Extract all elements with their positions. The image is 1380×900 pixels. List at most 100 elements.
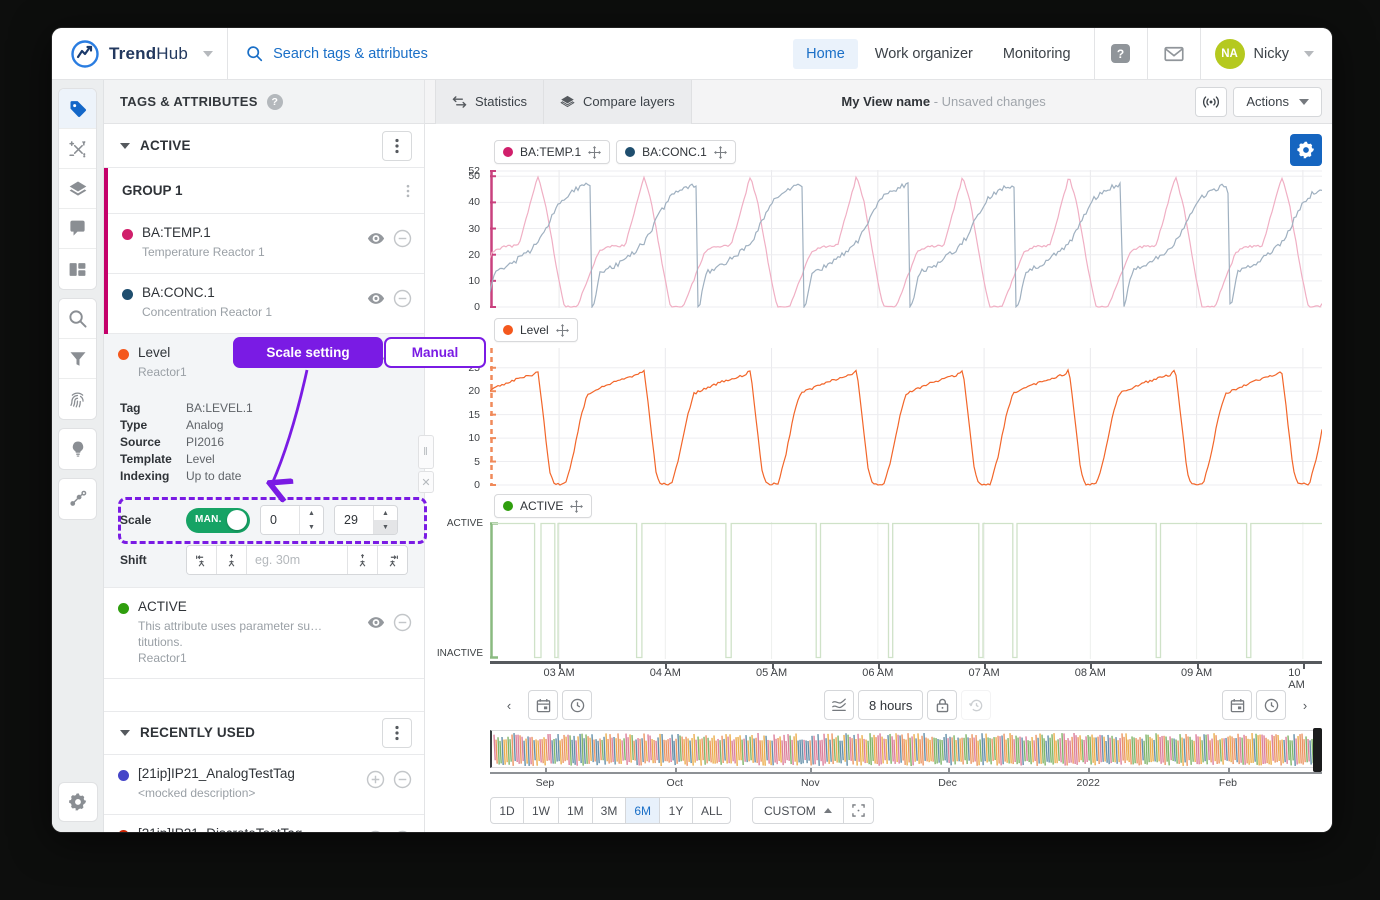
rail-formulas-button[interactable] xyxy=(59,129,96,169)
range-button-all[interactable]: ALL xyxy=(692,797,731,824)
rail-search-button[interactable] xyxy=(59,299,96,339)
chart-settings-button[interactable] xyxy=(1290,134,1322,166)
plot-analog-trend[interactable] xyxy=(490,170,1322,308)
toggle-label: MAN. xyxy=(195,514,222,525)
scale-min-input[interactable] xyxy=(261,506,299,534)
shift-right-button[interactable] xyxy=(347,546,377,574)
spin-down-icon[interactable]: ▼ xyxy=(374,520,397,534)
y-tick-label: 40 xyxy=(468,196,480,208)
rail-dashboard-button[interactable] xyxy=(59,249,96,289)
spin-up-icon[interactable]: ▲ xyxy=(300,506,323,520)
time-tick-label: 03 AM xyxy=(543,667,574,679)
scale-max-input[interactable] xyxy=(335,506,373,534)
rail-fingerprint-button[interactable] xyxy=(59,379,96,419)
legend-chip-0[interactable]: ACTIVE xyxy=(494,494,592,518)
manual-scale-toggle[interactable]: MAN. xyxy=(186,508,250,533)
search-input[interactable] xyxy=(273,46,693,62)
section-active-menu-button[interactable] xyxy=(382,131,412,161)
visibility-toggle-button[interactable] xyxy=(367,292,385,305)
brand-caret-icon[interactable] xyxy=(203,51,213,57)
calendar-end-button[interactable] xyxy=(1222,690,1252,720)
panel-collapse-button[interactable]: ✕ xyxy=(418,471,434,493)
clock-start-button[interactable] xyxy=(562,690,592,720)
compare-trends-button[interactable] xyxy=(824,690,854,720)
visibility-toggle-button[interactable] xyxy=(367,616,385,634)
user-menu[interactable]: NA Nicky xyxy=(1201,39,1332,69)
custom-range-button[interactable]: CUSTOM xyxy=(752,797,844,824)
tag-row-level[interactable]: Level Reactor1 xyxy=(104,334,424,394)
detail-row: TemplateLevel xyxy=(120,451,408,468)
tab-statistics[interactable]: Statistics xyxy=(435,80,544,124)
visibility-toggle-button[interactable] xyxy=(367,232,385,245)
range-button-1m[interactable]: 1M xyxy=(558,797,593,824)
nav-work-organizer[interactable]: Work organizer xyxy=(862,39,986,69)
section-recent-menu-button[interactable] xyxy=(382,718,412,748)
shift-far-right-button[interactable] xyxy=(377,546,407,574)
remove-tag-button[interactable] xyxy=(393,289,412,308)
rail-comments-button[interactable] xyxy=(59,209,96,249)
shift-value-input[interactable] xyxy=(247,546,347,574)
remove-tag-button[interactable] xyxy=(393,349,412,373)
tag-details: TagBA:LEVEL.1TypeAnalogSourcePI2016Templ… xyxy=(104,394,424,495)
group-1-menu-button[interactable] xyxy=(406,184,410,198)
tag-row-group-0[interactable]: BA:TEMP.1Temperature Reactor 1 xyxy=(108,214,424,274)
range-button-1d[interactable]: 1D xyxy=(490,797,524,824)
live-broadcast-button[interactable] xyxy=(1195,87,1227,117)
remove-tag-button[interactable] xyxy=(393,229,412,248)
tab-compare-layers[interactable]: Compare layers xyxy=(544,80,692,124)
panel-help-icon[interactable]: ? xyxy=(267,94,283,110)
visibility-toggle-button[interactable] xyxy=(367,352,385,370)
calendar-start-button[interactable] xyxy=(528,690,558,720)
shift-left-button[interactable] xyxy=(217,546,247,574)
context-overview-strip[interactable] xyxy=(490,730,1322,768)
spin-up-icon[interactable]: ▲ xyxy=(374,506,397,520)
nav-home[interactable]: Home xyxy=(793,39,858,69)
collapse-chevron-icon[interactable] xyxy=(120,143,130,149)
view-title[interactable]: My View name xyxy=(841,94,930,109)
tag-row-recent-1[interactable]: [21ip]IP21_DiscreteTestTag xyxy=(104,815,424,832)
clock-end-button[interactable] xyxy=(1256,690,1286,720)
shift-far-left-button[interactable] xyxy=(187,546,217,574)
range-button-6m[interactable]: 6M xyxy=(625,797,660,824)
plot-level-trend[interactable] xyxy=(490,348,1322,486)
add-tag-button[interactable] xyxy=(366,770,385,789)
remove-tag-button[interactable] xyxy=(393,770,412,789)
messages-button[interactable] xyxy=(1148,28,1200,80)
lock-duration-button[interactable] xyxy=(927,690,957,720)
brand-logo[interactable]: TrendHub xyxy=(52,39,227,69)
duration-button[interactable]: 8 hours xyxy=(858,690,923,720)
pan-left-button[interactable]: ‹ xyxy=(494,690,524,720)
legend-chip-0[interactable]: Level xyxy=(494,318,578,342)
nav-monitoring[interactable]: Monitoring xyxy=(990,39,1084,69)
range-button-1w[interactable]: 1W xyxy=(523,797,559,824)
legend-chip-1[interactable]: BA:CONC.1 xyxy=(616,140,736,164)
spin-down-icon[interactable]: ▼ xyxy=(300,520,323,534)
legend-chart-2: Level xyxy=(494,318,578,342)
rail-filter-button[interactable] xyxy=(59,339,96,379)
help-button[interactable]: ? xyxy=(1095,28,1147,80)
legend-chip-0[interactable]: BA:TEMP.1 xyxy=(494,140,610,164)
tag-row-recent-0[interactable]: [21ip]IP21_AnalogTestTag<mocked descript… xyxy=(104,755,424,815)
custom-range-picker-button[interactable] xyxy=(844,797,874,824)
user-caret-icon xyxy=(1304,51,1314,57)
actions-button[interactable]: Actions xyxy=(1233,87,1322,117)
tag-row-group-1[interactable]: BA:CONC.1Concentration Reactor 1 xyxy=(108,274,424,334)
rail-settings-button[interactable] xyxy=(58,782,98,822)
remove-tag-button[interactable] xyxy=(393,830,412,832)
rail-layers-button[interactable] xyxy=(59,169,96,209)
range-button-3m[interactable]: 3M xyxy=(592,797,627,824)
pan-right-button[interactable]: › xyxy=(1290,690,1320,720)
rail-recommendations-button[interactable] xyxy=(59,429,96,469)
context-range-handle[interactable] xyxy=(1313,728,1322,772)
add-tag-button[interactable] xyxy=(366,830,385,832)
lock-icon xyxy=(936,698,949,713)
tag-row-active-attr[interactable]: ACTIVE This attribute uses parameter su…… xyxy=(104,588,424,679)
rail-tags-button[interactable] xyxy=(59,89,96,129)
remove-tag-button[interactable] xyxy=(393,613,412,637)
range-button-1y[interactable]: 1Y xyxy=(659,797,693,824)
collapse-chevron-icon[interactable] xyxy=(120,730,130,736)
plot-active-trend[interactable] xyxy=(490,522,1322,659)
panel-resize-handle[interactable]: ‖ xyxy=(418,435,434,469)
time-axis-bar[interactable] xyxy=(490,661,1322,664)
rail-context-items-button[interactable] xyxy=(59,479,96,519)
